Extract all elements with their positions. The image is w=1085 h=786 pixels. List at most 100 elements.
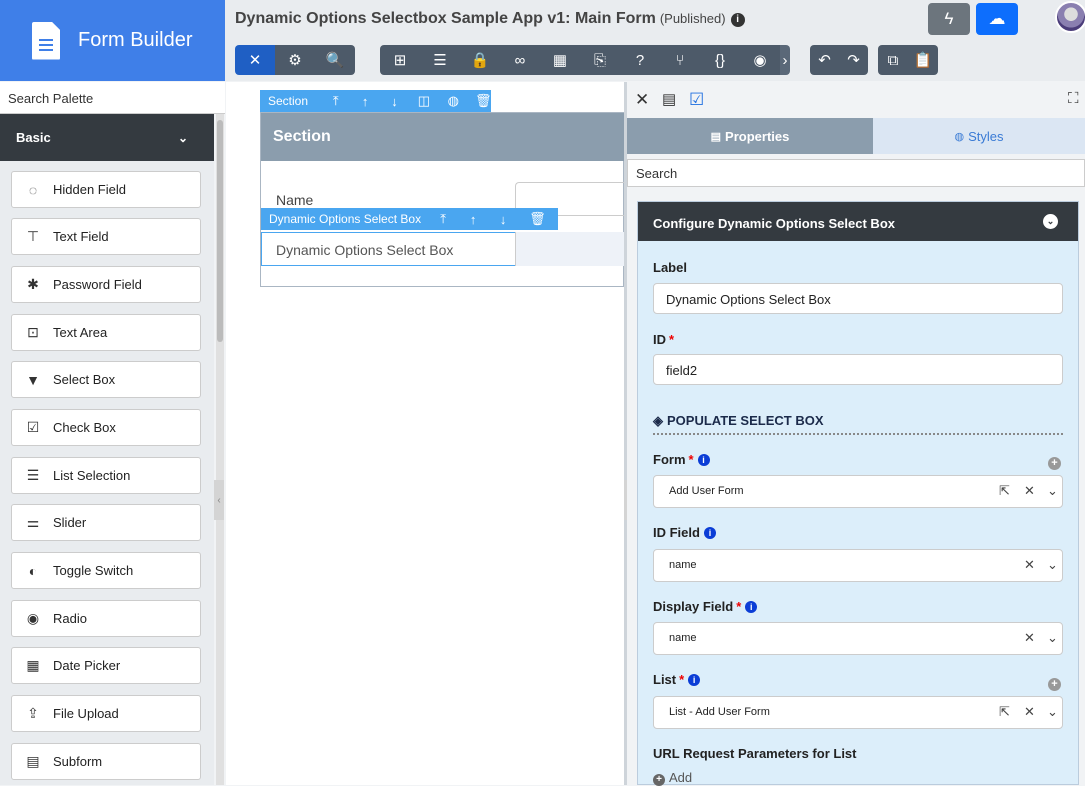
palette-scrollbar[interactable] bbox=[216, 114, 224, 785]
palette-item-toggle-switch[interactable]: ◐ Toggle Switch bbox=[11, 552, 201, 589]
palette-panel bbox=[0, 114, 214, 785]
palette-item-hidden-field[interactable]: ◌ Hidden Field bbox=[11, 171, 201, 208]
id-field-select[interactable]: name ✕ ⌄ bbox=[653, 549, 1063, 582]
list-icon: ☰ bbox=[26, 467, 40, 483]
chevron-down-icon[interactable]: ⌄ bbox=[1047, 483, 1058, 499]
eye-slash-icon: ◌ bbox=[28, 181, 38, 198]
palette-item-select-box[interactable]: ▼ Select Box bbox=[11, 361, 201, 398]
scroll-right-icon[interactable]: › bbox=[780, 45, 790, 75]
palette-item-subform[interactable]: ▤ Subform bbox=[11, 743, 201, 780]
move-up-icon[interactable]: ↑ bbox=[357, 94, 372, 109]
binoculars-icon[interactable]: ∞ bbox=[500, 45, 540, 75]
expand-icon[interactable]: ⛶ bbox=[1068, 90, 1079, 107]
dynamic-select-input[interactable] bbox=[515, 232, 624, 266]
chevron-down-icon[interactable]: ⌄ bbox=[1047, 630, 1058, 646]
delete-icon[interactable]: 🗑 bbox=[529, 211, 546, 227]
add-label: Add bbox=[669, 770, 693, 785]
add-list-icon[interactable]: + bbox=[1048, 678, 1061, 691]
tree-icon[interactable]: ⊞ bbox=[380, 45, 420, 75]
clear-icon[interactable]: ✕ bbox=[1024, 704, 1035, 720]
palette-item-text-field[interactable]: ⊤ Text Field bbox=[11, 218, 201, 255]
palette-item-radio[interactable]: ◉ Radio bbox=[11, 600, 201, 637]
columns-icon[interactable]: ◫ bbox=[416, 93, 431, 109]
close-icon[interactable]: ✕ bbox=[635, 90, 649, 110]
palette-category-basic[interactable]: Basic ⌄ bbox=[0, 114, 214, 161]
clear-icon[interactable]: ✕ bbox=[1024, 483, 1035, 499]
palette-item-label: List Selection bbox=[53, 468, 131, 483]
branch-icon[interactable]: ⑂ bbox=[660, 45, 700, 75]
design-icon[interactable]: ✕ bbox=[235, 45, 275, 75]
move-top-icon[interactable]: ⤒ bbox=[435, 211, 451, 227]
chevron-down-icon[interactable]: ⌄ bbox=[1047, 704, 1058, 720]
preview-icon[interactable]: 🔍 bbox=[315, 45, 355, 75]
text-area-icon: ⊡ bbox=[27, 324, 39, 340]
add-form-icon[interactable]: + bbox=[1048, 457, 1061, 470]
apply-check-icon[interactable]: ☑ bbox=[689, 90, 704, 110]
populate-section-title: ◈ POPULATE SELECT BOX bbox=[653, 413, 824, 428]
undo-icon[interactable]: ↶ bbox=[810, 45, 839, 75]
label-field-label: Label bbox=[653, 260, 687, 275]
settings-icon[interactable]: ⚙ bbox=[275, 45, 315, 75]
palette-item-date-picker[interactable]: ▦ Date Picker bbox=[11, 647, 201, 684]
tab-styles[interactable]: ◍ Styles bbox=[873, 118, 1085, 154]
move-up-icon[interactable]: ↑ bbox=[465, 212, 481, 227]
clear-icon[interactable]: ✕ bbox=[1024, 630, 1035, 646]
label-input[interactable]: Dynamic Options Select Box bbox=[653, 283, 1063, 314]
list-view-icon[interactable]: ▤ bbox=[662, 90, 676, 108]
display-field-select-value: name bbox=[669, 632, 697, 644]
styles-tab-icon: ◍ bbox=[954, 130, 965, 143]
help-icon[interactable]: ? bbox=[620, 45, 660, 75]
copy-icon[interactable]: ⧉ bbox=[878, 45, 908, 75]
move-top-icon[interactable]: ⤒ bbox=[328, 93, 343, 109]
chevron-down-icon[interactable]: ⌄ bbox=[1047, 557, 1058, 573]
palette-item-check-box[interactable]: ☑ Check Box bbox=[11, 409, 201, 446]
form-select-value: Add User Form bbox=[669, 485, 744, 497]
palette-search-input[interactable]: Search Palette bbox=[0, 82, 225, 114]
save-cloud-button[interactable]: ☁ bbox=[976, 3, 1018, 35]
lightning-button[interactable]: ϟ bbox=[928, 3, 970, 35]
camera-icon[interactable]: ◉ bbox=[740, 45, 780, 75]
list-select[interactable]: List - Add User Form ⇱ ✕ ⌄ bbox=[653, 696, 1063, 729]
external-link-icon[interactable]: ⇱ bbox=[999, 483, 1010, 499]
info-icon[interactable]: i bbox=[688, 674, 701, 686]
tab-properties[interactable]: ▤ Properties bbox=[627, 118, 873, 154]
form-icon[interactable]: ☰ bbox=[420, 45, 460, 75]
paste-icon[interactable]: 📋 bbox=[908, 45, 938, 75]
add-param-button[interactable]: + Add bbox=[653, 770, 692, 786]
lightning-icon: ϟ bbox=[944, 9, 954, 28]
properties-search-input[interactable]: Search bbox=[627, 159, 1085, 187]
id-input[interactable]: field2 bbox=[653, 354, 1063, 385]
palette-icon[interactable]: ◍ bbox=[446, 93, 461, 109]
collapse-palette-handle[interactable]: ‹ bbox=[214, 480, 224, 520]
info-icon[interactable]: i bbox=[730, 13, 745, 27]
display-field-select[interactable]: name ✕ ⌄ bbox=[653, 622, 1063, 655]
json-icon[interactable]: {} bbox=[700, 45, 740, 75]
toolbar-group-history: ↶ ↷ bbox=[810, 45, 868, 75]
delete-icon[interactable]: 🗑 bbox=[475, 93, 492, 109]
info-icon[interactable]: i bbox=[703, 527, 716, 539]
info-icon[interactable]: i bbox=[745, 601, 758, 613]
plus-circle-icon: + bbox=[653, 774, 665, 786]
palette-item-slider[interactable]: ⚌ Slider bbox=[11, 504, 201, 541]
palette-item-file-upload[interactable]: ⇪ File Upload bbox=[11, 695, 201, 732]
palette-item-text-area[interactable]: ⊡ Text Area bbox=[11, 314, 201, 351]
user-avatar[interactable] bbox=[1055, 1, 1085, 33]
id-field-select-label: ID Field i bbox=[653, 525, 716, 540]
form-select[interactable]: Add User Form ⇱ ✕ ⌄ bbox=[653, 475, 1063, 508]
redo-icon[interactable]: ↷ bbox=[839, 45, 868, 75]
clear-icon[interactable]: ✕ bbox=[1024, 557, 1035, 573]
move-down-icon[interactable]: ↓ bbox=[495, 212, 511, 227]
palette-item-label: Password Field bbox=[53, 277, 142, 292]
section-header: Section bbox=[261, 113, 624, 161]
palette-item-list-selection[interactable]: ☰ List Selection bbox=[11, 457, 201, 494]
info-icon[interactable]: i bbox=[697, 454, 710, 466]
palette-item-password-field[interactable]: ✱ Password Field bbox=[11, 266, 201, 303]
chevron-down-icon[interactable]: ⌄ bbox=[1043, 214, 1058, 229]
translate-icon[interactable]: ⎘ bbox=[580, 45, 620, 75]
app-title-text: Dynamic Options Selectbox Sample App v1:… bbox=[235, 10, 656, 27]
external-link-icon[interactable]: ⇱ bbox=[999, 704, 1010, 720]
move-down-icon[interactable]: ↓ bbox=[387, 94, 402, 109]
table-icon[interactable]: ▦ bbox=[540, 45, 580, 75]
config-header[interactable]: Configure Dynamic Options Select Box bbox=[638, 202, 1078, 241]
lock-icon[interactable]: 🔒 bbox=[460, 45, 500, 75]
